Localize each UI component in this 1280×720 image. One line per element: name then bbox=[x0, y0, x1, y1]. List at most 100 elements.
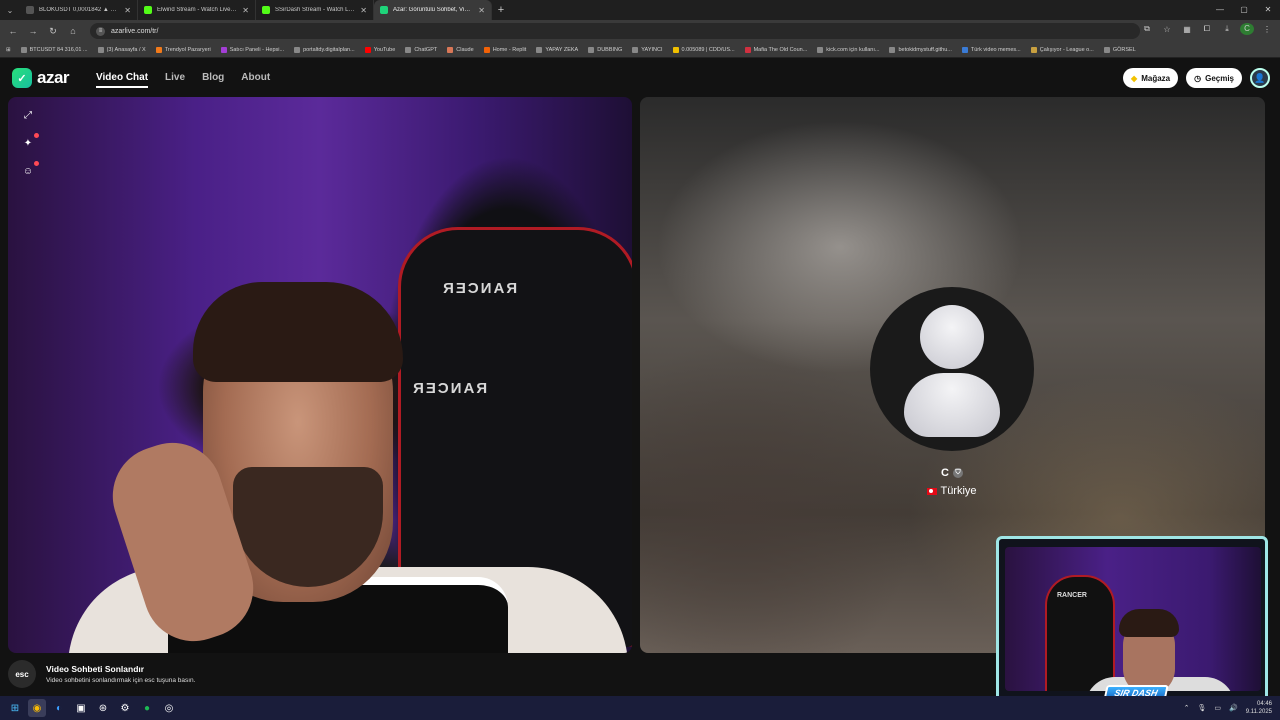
tab-elwind[interactable]: Elwind Stream - Watch Live on Kick ✕ bbox=[138, 0, 256, 20]
bookmark-item[interactable]: 0.005089 | CDD/US... bbox=[672, 46, 735, 53]
forward-icon[interactable]: → bbox=[24, 22, 42, 40]
webcam-feed: RANCER bbox=[1005, 547, 1261, 691]
bookmark-label: YAYINCI bbox=[641, 46, 663, 53]
cast-icon[interactable]: ⧉ bbox=[1140, 24, 1154, 34]
spotify-icon[interactable]: ● bbox=[138, 699, 156, 717]
nav-blog[interactable]: Blog bbox=[202, 72, 224, 88]
shop-button[interactable]: ◆ Mağaza bbox=[1123, 68, 1179, 88]
expand-icon[interactable]: ⤢ bbox=[20, 107, 36, 123]
local-video: RANCER RANCER ⤢ ✦ ☺ bbox=[8, 97, 632, 653]
bookmark-item[interactable]: betokidmystuff.githu... bbox=[889, 46, 952, 53]
tab-blokusdt[interactable]: BLOKUSDT 0,0001842 ▲ +13,8% ✕ bbox=[20, 0, 138, 20]
tradingview-icon bbox=[26, 6, 34, 14]
profile-avatar[interactable]: C bbox=[1240, 23, 1254, 35]
bookmark-item[interactable]: (3) Anasayfa / X bbox=[97, 46, 146, 53]
address-bar[interactable]: ≡ azarlive.com/tr/ bbox=[90, 23, 1140, 39]
bookmark-label: 0.005089 | CDD/US... bbox=[681, 46, 735, 53]
close-icon[interactable]: ✕ bbox=[360, 6, 367, 15]
bookmark-item[interactable]: YouTube bbox=[364, 46, 395, 53]
apps-icon[interactable]: ⊞ bbox=[6, 47, 11, 53]
history-button[interactable]: ◷ Geçmiş bbox=[1186, 68, 1242, 88]
downloads-icon[interactable]: ⤓ bbox=[1220, 24, 1234, 34]
bookmark-folder[interactable]: DUBBING bbox=[588, 46, 623, 53]
close-icon[interactable]: ✕ bbox=[242, 6, 249, 15]
bookmark-label: Trendyol Pazaryeri bbox=[164, 46, 211, 53]
esc-button[interactable]: esc bbox=[8, 660, 36, 688]
site-header: ✓ azar Video Chat Live Blog About ◆ Mağaz… bbox=[0, 58, 1280, 98]
bookmark-item[interactable]: Home - Replit bbox=[483, 46, 526, 53]
edge-icon[interactable]: ◐ bbox=[50, 699, 68, 717]
bookmark-item[interactable]: Claude bbox=[447, 46, 474, 53]
bookmark-item[interactable]: ChatGPT bbox=[405, 46, 437, 53]
effects-sparkle-icon[interactable]: ✦ bbox=[20, 133, 39, 151]
notification-dot bbox=[34, 161, 39, 166]
youtube-icon bbox=[364, 46, 371, 53]
site-info-icon[interactable]: ≡ bbox=[96, 26, 105, 36]
obs-icon[interactable]: ◎ bbox=[160, 699, 178, 717]
reload-icon[interactable]: ↻ bbox=[44, 22, 62, 40]
end-chat-text: Video Sohbeti Sonlandır Video sohbetini … bbox=[46, 664, 195, 684]
bookmark-icon bbox=[220, 46, 227, 53]
main-nav: Video Chat Live Blog About bbox=[96, 72, 270, 88]
folder-icon bbox=[588, 46, 595, 53]
close-icon[interactable]: ✕ bbox=[478, 6, 485, 15]
clock[interactable]: 04:46 9.11.2025 bbox=[1246, 700, 1272, 716]
sticker-icon[interactable]: ☺ bbox=[20, 161, 39, 179]
bookmark-item[interactable]: Çalışıyor - League o... bbox=[1030, 46, 1094, 53]
volume-icon[interactable]: 🔊 bbox=[1229, 704, 1238, 712]
close-window-icon[interactable]: ✕ bbox=[1256, 0, 1280, 20]
kick-icon bbox=[262, 6, 270, 14]
tab-strip: ⌄ BLOKUSDT 0,0001842 ▲ +13,8% ✕ Elwind S… bbox=[0, 0, 1280, 20]
turkey-flag-icon bbox=[927, 487, 938, 495]
chevron-up-icon[interactable]: ⌃ bbox=[1184, 704, 1190, 712]
explorer-icon[interactable]: ▣ bbox=[72, 699, 90, 717]
menu-icon[interactable]: ⋮ bbox=[1260, 25, 1274, 34]
tab-ssirdash[interactable]: SSirDash Stream - Watch Live on Kick ✕ bbox=[256, 0, 374, 20]
tab-search-icon[interactable]: ⌄ bbox=[0, 0, 20, 20]
remote-info: C ⛉ Türkiye bbox=[870, 467, 1034, 497]
replit-icon bbox=[483, 46, 490, 53]
clock-icon: ◷ bbox=[1194, 73, 1202, 83]
network-icon[interactable]: ▭ bbox=[1214, 704, 1221, 712]
close-icon[interactable]: ✕ bbox=[124, 6, 131, 15]
settings-icon[interactable]: ⚙ bbox=[116, 699, 134, 717]
nav-video-chat[interactable]: Video Chat bbox=[96, 72, 149, 88]
bookmark-item[interactable]: Satıcı Paneli - Hepsi... bbox=[220, 46, 284, 53]
remote-name-text: C bbox=[941, 467, 949, 479]
minimize-icon[interactable]: — bbox=[1208, 0, 1232, 20]
nav-live[interactable]: Live bbox=[165, 72, 185, 88]
maximize-icon[interactable]: ▢ bbox=[1232, 0, 1256, 20]
bookmark-item[interactable]: kick.com için kullanı... bbox=[817, 46, 880, 53]
home-icon[interactable]: ⌂ bbox=[64, 22, 82, 40]
bookmark-item[interactable]: Mafia The Old Coun... bbox=[744, 46, 807, 53]
extension-icon[interactable]: ▦ bbox=[1180, 25, 1194, 34]
extensions-puzzle-icon[interactable]: ⧠ bbox=[1200, 24, 1214, 34]
bookmark-folder[interactable]: YAYINCI bbox=[632, 46, 663, 53]
nav-about[interactable]: About bbox=[241, 72, 270, 88]
bookmark-item[interactable]: Trendyol Pazaryeri bbox=[155, 46, 211, 53]
bookmark-icon bbox=[817, 46, 824, 53]
app-icon[interactable]: ⊛ bbox=[94, 699, 112, 717]
bookmark-label: DUBBING bbox=[597, 46, 623, 53]
chrome-icon[interactable]: ◉ bbox=[28, 699, 46, 717]
azar-logo[interactable]: ✓ azar bbox=[12, 68, 70, 88]
kick-icon bbox=[144, 6, 152, 14]
toolbar-actions: ⧉ ☆ ▦ ⧠ ⤓ C ⋮ bbox=[1140, 23, 1274, 35]
bookmark-item[interactable]: BTCUSDT 84 316,01 ... bbox=[20, 46, 88, 53]
person-hair bbox=[193, 282, 403, 382]
country-text: Türkiye bbox=[940, 485, 977, 497]
back-icon[interactable]: ← bbox=[4, 22, 22, 40]
tab-azar[interactable]: Azar: Görüntülü Sohbet, Video Chat ✕ bbox=[374, 0, 492, 20]
bookmark-folder[interactable]: YAPAY ZEKA bbox=[536, 46, 578, 53]
star-icon[interactable]: ☆ bbox=[1160, 25, 1174, 34]
bookmark-folder[interactable]: GÖRSEL bbox=[1103, 46, 1136, 53]
user-avatar[interactable]: 👤 bbox=[1250, 68, 1270, 88]
windows-start-icon[interactable]: ⊞ bbox=[6, 699, 24, 717]
bookmark-item[interactable]: Türk video memes... bbox=[961, 46, 1021, 53]
bookmarks-bar: ⊞ BTCUSDT 84 316,01 ... (3) Anasayfa / X… bbox=[0, 42, 1280, 58]
history-label: Geçmiş bbox=[1205, 73, 1234, 83]
bookmark-item[interactable]: portaltdy.digitalplan... bbox=[294, 46, 355, 53]
new-tab-button[interactable]: + bbox=[492, 4, 510, 16]
microphone-icon[interactable]: 🎙 bbox=[1198, 704, 1207, 712]
bookmark-label: kick.com için kullanı... bbox=[826, 46, 880, 53]
